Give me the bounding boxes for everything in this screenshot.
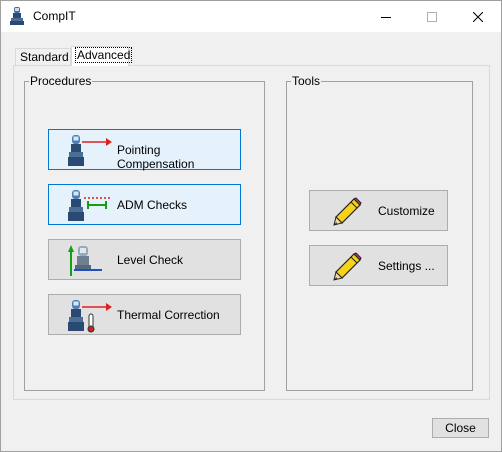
adm-checks-icon (68, 190, 110, 221)
procedures-group: Procedures Pointing Compensation ADM Che… (24, 74, 265, 391)
settings-label: Settings ... (378, 259, 435, 273)
customize-label: Customize (378, 204, 435, 218)
compit-app-icon (10, 7, 24, 25)
pointing-compensation-label: Pointing Compensation (117, 143, 195, 171)
adm-checks-label: ADM Checks (117, 198, 188, 212)
close-window-button[interactable] (455, 1, 501, 32)
tab-advanced-label: Advanced (74, 47, 133, 63)
thermal-correction-button[interactable]: Thermal Correction (48, 294, 241, 335)
level-check-icon (68, 245, 102, 276)
level-check-label: Level Check (117, 253, 184, 267)
tools-group: Tools Customize Settings ... (286, 74, 473, 391)
thermal-correction-icon (68, 300, 112, 333)
tab-standard[interactable]: Standard (15, 48, 71, 65)
window-title: CompIT (33, 9, 76, 23)
adm-checks-button[interactable]: ADM Checks (48, 184, 241, 225)
thermal-correction-label: Thermal Correction (117, 308, 220, 322)
level-check-button[interactable]: Level Check (48, 239, 241, 280)
tab-advanced[interactable]: Advanced (71, 46, 133, 66)
close-icon (473, 11, 483, 22)
tab-standard-label: Standard (20, 50, 69, 64)
compit-window: CompIT Standard Advanced Procedures Poin… (0, 0, 502, 452)
maximize-button[interactable] (409, 1, 455, 32)
pencil-icon (333, 252, 362, 281)
minimize-icon (381, 16, 391, 18)
close-button[interactable]: Close (432, 418, 489, 438)
maximize-icon (427, 11, 437, 22)
pencil-icon (333, 197, 362, 226)
pointing-compensation-icon (68, 135, 112, 166)
advanced-tab-page: Procedures Pointing Compensation ADM Che… (13, 65, 490, 400)
minimize-button[interactable] (363, 1, 409, 32)
tools-group-label: Tools (291, 74, 322, 88)
settings-button[interactable]: Settings ... (309, 245, 448, 286)
pointing-compensation-button[interactable]: Pointing Compensation (48, 129, 241, 171)
customize-button[interactable]: Customize (309, 190, 448, 231)
procedures-group-label: Procedures (29, 74, 93, 88)
title-bar[interactable]: CompIT (1, 1, 501, 32)
